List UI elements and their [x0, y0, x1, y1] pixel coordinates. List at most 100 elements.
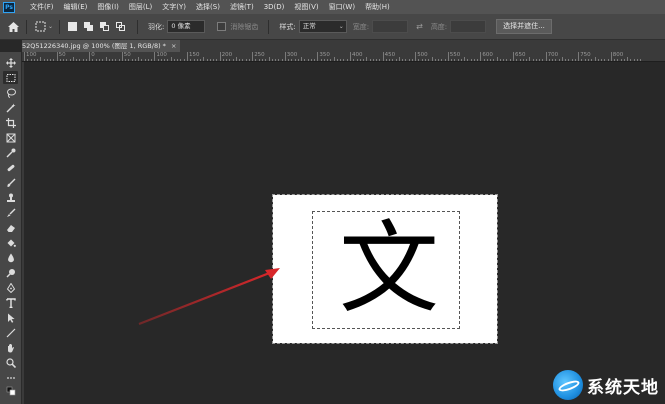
brush-tool-icon[interactable] — [3, 176, 18, 189]
ruler-tick — [402, 59, 404, 61]
ruler-tick — [255, 59, 257, 61]
crop-tool-icon[interactable] — [3, 116, 18, 129]
ruler-tick — [323, 59, 325, 61]
intersect-selection-mode-icon[interactable] — [116, 22, 126, 31]
zoom-tool-icon[interactable] — [3, 356, 18, 369]
menu-3d[interactable]: 3D(D) — [259, 3, 290, 11]
ruler-tick — [620, 59, 622, 61]
ruler-label: 450 — [384, 52, 396, 58]
ruler-tick — [591, 59, 593, 61]
frame-tool-icon[interactable] — [3, 131, 18, 144]
style-select[interactable]: 正常 ⌄ — [298, 20, 347, 33]
history-brush-tool-icon[interactable] — [3, 206, 18, 219]
magic-wand-tool-icon[interactable] — [3, 101, 18, 114]
ruler-tick — [69, 59, 71, 61]
ruler-tick — [496, 57, 498, 61]
photoshop-window: Ps 文件(F) 编辑(E) 图像(I) 图层(L) 文字(Y) 选择(S) 滤… — [0, 0, 665, 404]
type-tool-icon[interactable] — [3, 296, 18, 309]
eyedropper-tool-icon[interactable] — [3, 146, 18, 159]
add-to-selection-mode-icon[interactable] — [84, 22, 94, 31]
menu-window[interactable]: 窗口(W) — [324, 2, 360, 12]
canvas-workspace[interactable]: 文 — [24, 62, 665, 404]
line-tool-icon[interactable] — [3, 326, 18, 339]
document-tab[interactable]: 52Q51226340.jpg @ 100% (图层 1, RGB/8) * × — [22, 40, 181, 52]
select-and-mask-button[interactable]: 选择并遮住... — [496, 19, 552, 34]
color-swatches-icon[interactable] — [3, 384, 18, 397]
spot-healing-brush-tool-icon[interactable] — [3, 161, 18, 174]
lasso-tool-icon[interactable] — [3, 86, 18, 99]
ruler-tick — [382, 52, 384, 61]
ruler-tick — [428, 59, 430, 61]
more-tools-icon[interactable] — [3, 371, 18, 384]
menu-layer[interactable]: 图层(L) — [124, 2, 157, 12]
ruler-tick — [418, 59, 420, 61]
clone-stamp-tool-icon[interactable] — [3, 191, 18, 204]
width-input[interactable] — [372, 20, 409, 33]
antialias-checkbox[interactable] — [217, 22, 227, 31]
ruler-tick — [206, 59, 208, 61]
path-selection-tool-icon[interactable] — [3, 311, 18, 324]
chevron-down-icon: ⌄ — [338, 23, 344, 30]
ruler-tick — [503, 59, 505, 61]
move-tool-icon[interactable] — [3, 56, 18, 69]
ruler-tick — [333, 57, 335, 61]
ruler-tick — [232, 59, 234, 61]
close-icon[interactable]: × — [171, 42, 176, 50]
ruler-tick — [529, 57, 531, 61]
rectangular-marquee-tool-icon[interactable] — [3, 71, 18, 84]
menu-edit[interactable]: 编辑(E) — [59, 2, 93, 12]
preset-dropdown-chevron-icon[interactable]: ⌄ — [48, 23, 53, 30]
home-icon[interactable] — [6, 20, 20, 34]
dodge-tool-icon[interactable] — [3, 266, 18, 279]
ruler-tick — [43, 59, 45, 61]
ruler-tick — [310, 59, 312, 61]
swap-width-height-icon[interactable]: ⇄ — [416, 22, 423, 31]
menu-type[interactable]: 文字(Y) — [157, 2, 191, 12]
ruler-label: 600 — [482, 52, 493, 58]
menu-help[interactable]: 帮助(H) — [360, 2, 395, 12]
blur-tool-icon[interactable] — [3, 251, 18, 264]
ruler-label: 400 — [352, 52, 363, 58]
ruler-tick — [112, 59, 114, 61]
red-annotation-arrow — [138, 268, 280, 326]
menu-file[interactable]: 文件(F) — [25, 2, 59, 12]
menu-select[interactable]: 选择(S) — [191, 2, 225, 12]
ruler-tick — [415, 52, 417, 61]
feather-input[interactable]: 0 像素 — [167, 20, 206, 33]
document-tab-bar: 52Q51226340.jpg @ 100% (图层 1, RGB/8) * × — [22, 40, 665, 52]
paint-bucket-tool-icon[interactable] — [3, 236, 18, 249]
menu-image[interactable]: 图像(I) — [92, 2, 124, 12]
ruler-tick — [535, 59, 537, 61]
new-selection-mode-icon[interactable] — [68, 22, 78, 31]
ruler-tick — [451, 59, 453, 61]
ruler-tick — [144, 59, 146, 61]
ruler-tick — [95, 59, 97, 61]
rectangular-marquee-preset-icon[interactable] — [33, 20, 47, 34]
ruler-tick — [213, 59, 215, 61]
ruler-tick — [258, 59, 260, 61]
hand-tool-icon[interactable] — [3, 341, 18, 354]
ruler-tick — [275, 59, 277, 61]
ruler-tick — [138, 57, 140, 61]
pen-tool-icon[interactable] — [3, 281, 18, 294]
ruler-tick — [340, 59, 342, 61]
horizontal-ruler[interactable]: 100 50 0 50 100 150 200 250 300 350 400 450 500 550 60… — [22, 52, 665, 62]
ruler-tick — [607, 59, 609, 61]
site-watermark: 系统天地 — [553, 368, 663, 402]
ruler-tick — [486, 59, 488, 61]
ruler-tick — [395, 59, 397, 61]
subtract-from-selection-mode-icon[interactable] — [100, 22, 110, 31]
eraser-tool-icon[interactable] — [3, 221, 18, 234]
menu-filter[interactable]: 滤镜(T) — [225, 2, 259, 12]
ruler-tick — [134, 59, 136, 61]
ruler-tick — [209, 59, 211, 61]
height-input[interactable] — [450, 20, 487, 33]
ruler-tick — [630, 59, 632, 61]
ruler-tick — [76, 59, 78, 61]
ruler-label: 150 — [189, 52, 200, 58]
ruler-tick — [317, 52, 319, 61]
ruler-tick — [27, 59, 29, 61]
ruler-tick — [617, 59, 619, 61]
ruler-tick — [366, 57, 368, 61]
menu-view[interactable]: 视图(V) — [289, 2, 323, 12]
